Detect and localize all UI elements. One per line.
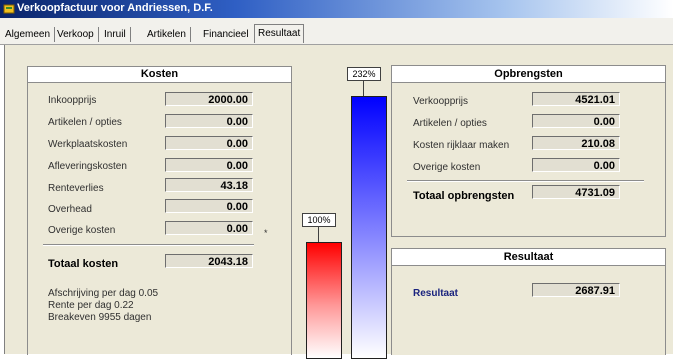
- kosten-divider: [43, 244, 254, 246]
- kosten-field-overhead[interactable]: 0.00: [165, 199, 253, 213]
- opbrengsten-field-artikelen[interactable]: 0.00: [532, 114, 620, 128]
- kosten-field-renteverlies[interactable]: 43.18: [165, 178, 253, 192]
- window-title-bar[interactable]: Verkoopfactuur voor Andriessen, D.F.: [0, 0, 673, 18]
- resultaat-heading: Resultaat: [392, 249, 665, 266]
- window-title: Verkoopfactuur voor Andriessen, D.F.: [17, 2, 213, 14]
- kosten-field-overige[interactable]: 0.00: [165, 221, 253, 235]
- opbrengsten-pct-label: 232%: [347, 67, 381, 81]
- tab-verkoop[interactable]: Verkoop: [57, 27, 99, 42]
- resultaat-panel: Kosten Inkoopprijs 2000.00 Artikelen / o…: [4, 45, 673, 359]
- tab-strip: Algemeen Verkoop Inruil Artikelen Financ…: [0, 18, 673, 45]
- kosten-label-inkoopprijs: Inkoopprijs: [48, 95, 97, 106]
- kosten-pct-label: 100%: [302, 213, 336, 227]
- opbrengsten-field-rijklaar[interactable]: 210.08: [532, 136, 620, 150]
- opbrengsten-field-overige[interactable]: 0.00: [532, 158, 620, 172]
- opbrengsten-label-rijklaar: Kosten rijklaar maken: [413, 140, 510, 151]
- kosten-total-label: Totaal kosten: [48, 258, 119, 270]
- tab-inruil[interactable]: Inruil: [104, 27, 131, 42]
- tab-financieel[interactable]: Financieel: [203, 27, 249, 42]
- kosten-field-aflevering[interactable]: 0.00: [165, 158, 253, 172]
- kosten-bar-stem: [318, 227, 319, 242]
- resultaat-body: [392, 266, 665, 355]
- kosten-label-overige: Overige kosten: [48, 225, 116, 236]
- kosten-label-artikelen: Artikelen / opties: [48, 117, 122, 128]
- kosten-heading: Kosten: [28, 67, 291, 83]
- tab-algemeen[interactable]: Algemeen: [5, 27, 56, 42]
- kosten-total-field[interactable]: 2043.18: [165, 254, 253, 268]
- opbrengsten-bar-stem: [363, 81, 364, 96]
- kosten-label-werkplaats: Werkplaatskosten: [48, 139, 128, 150]
- resultaat-field[interactable]: 2687.91: [532, 283, 620, 297]
- tab-artikelen[interactable]: Artikelen: [147, 27, 191, 42]
- kosten-field-werkplaats[interactable]: 0.00: [165, 136, 253, 150]
- kosten-field-inkoopprijs[interactable]: 2000.00: [165, 92, 253, 106]
- opbrengsten-bar: [351, 96, 387, 359]
- opbrengsten-total-field[interactable]: 4731.09: [532, 185, 620, 199]
- resultaat-box: Resultaat: [391, 248, 666, 355]
- opbrengsten-label-artikelen: Artikelen / opties: [413, 118, 487, 129]
- kosten-label-overhead: Overhead: [48, 204, 92, 215]
- opbrengsten-heading: Opbrengsten: [392, 66, 665, 83]
- kosten-label-renteverlies: Renteverlies: [48, 183, 104, 194]
- kosten-label-aflevering: Afleveringskosten: [48, 161, 127, 172]
- app-icon: [3, 4, 15, 14]
- kosten-bar: [306, 242, 342, 359]
- opbrengsten-label-overige: Overige kosten: [413, 162, 481, 173]
- opbrengsten-field-verkoopprijs[interactable]: 4521.01: [532, 92, 620, 106]
- resultaat-label: Resultaat: [413, 288, 459, 299]
- note-rente: Rente per dag 0.22: [48, 300, 134, 311]
- tab-resultaat[interactable]: Resultaat: [254, 24, 305, 43]
- note-afschrijving: Afschrijving per dag 0.05: [48, 288, 159, 299]
- opbrengsten-divider: [407, 180, 644, 182]
- opbrengsten-total-label: Totaal opbrengsten: [413, 190, 515, 202]
- kosten-field-artikelen[interactable]: 0.00: [165, 114, 253, 128]
- opbrengsten-box: Opbrengsten: [391, 65, 666, 237]
- opbrengsten-label-verkoopprijs: Verkoopprijs: [413, 96, 469, 107]
- asterisk-marker: *: [264, 228, 268, 238]
- note-breakeven: Breakeven 9955 dagen: [48, 312, 152, 323]
